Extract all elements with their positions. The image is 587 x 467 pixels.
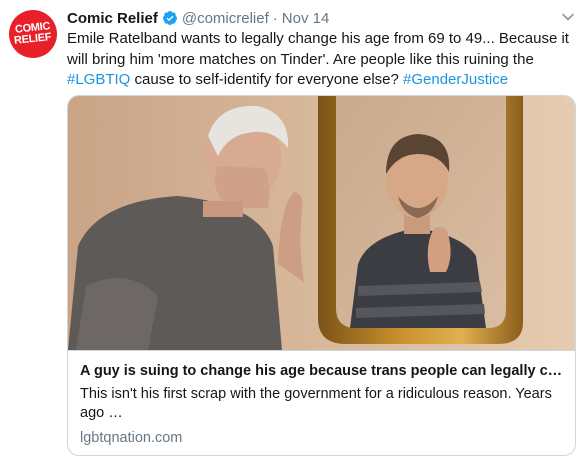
display-name[interactable]: Comic Relief xyxy=(67,10,158,27)
card-description: This isn't his first scrap with the gove… xyxy=(80,386,552,421)
handle[interactable]: @comicrelief xyxy=(182,10,269,27)
tweet-text-part2: cause to self-identify for everyone else… xyxy=(130,71,404,88)
chevron-down-icon[interactable] xyxy=(561,10,575,24)
hashtag-lgbtiq[interactable]: #LGBTIQ xyxy=(67,71,130,88)
card-image[interactable] xyxy=(68,96,575,350)
link-card[interactable]: A guy is suing to change his age because… xyxy=(67,95,576,456)
card-title[interactable]: A guy is suing to change his age because… xyxy=(80,361,563,381)
avatar[interactable]: COMIC RELIEF xyxy=(9,10,57,58)
tweet-text: Emile Ratelband wants to legally change … xyxy=(67,29,577,91)
tweet-header: Comic Relief @comicrelief · Nov 14 xyxy=(67,8,329,28)
hashtag-genderjustice[interactable]: #GenderJustice xyxy=(403,71,508,88)
card-domain[interactable]: lgbtqnation.com xyxy=(80,429,563,448)
card-body[interactable]: A guy is suing to change his age because… xyxy=(68,350,575,455)
verified-badge-icon xyxy=(162,11,177,25)
avatar-text-line2: RELIEF xyxy=(13,31,53,47)
tweet-text-part1: Emile Ratelband wants to legally change … xyxy=(67,30,569,68)
separator-dot: · xyxy=(272,9,278,27)
timestamp[interactable]: Nov 14 xyxy=(282,10,330,27)
